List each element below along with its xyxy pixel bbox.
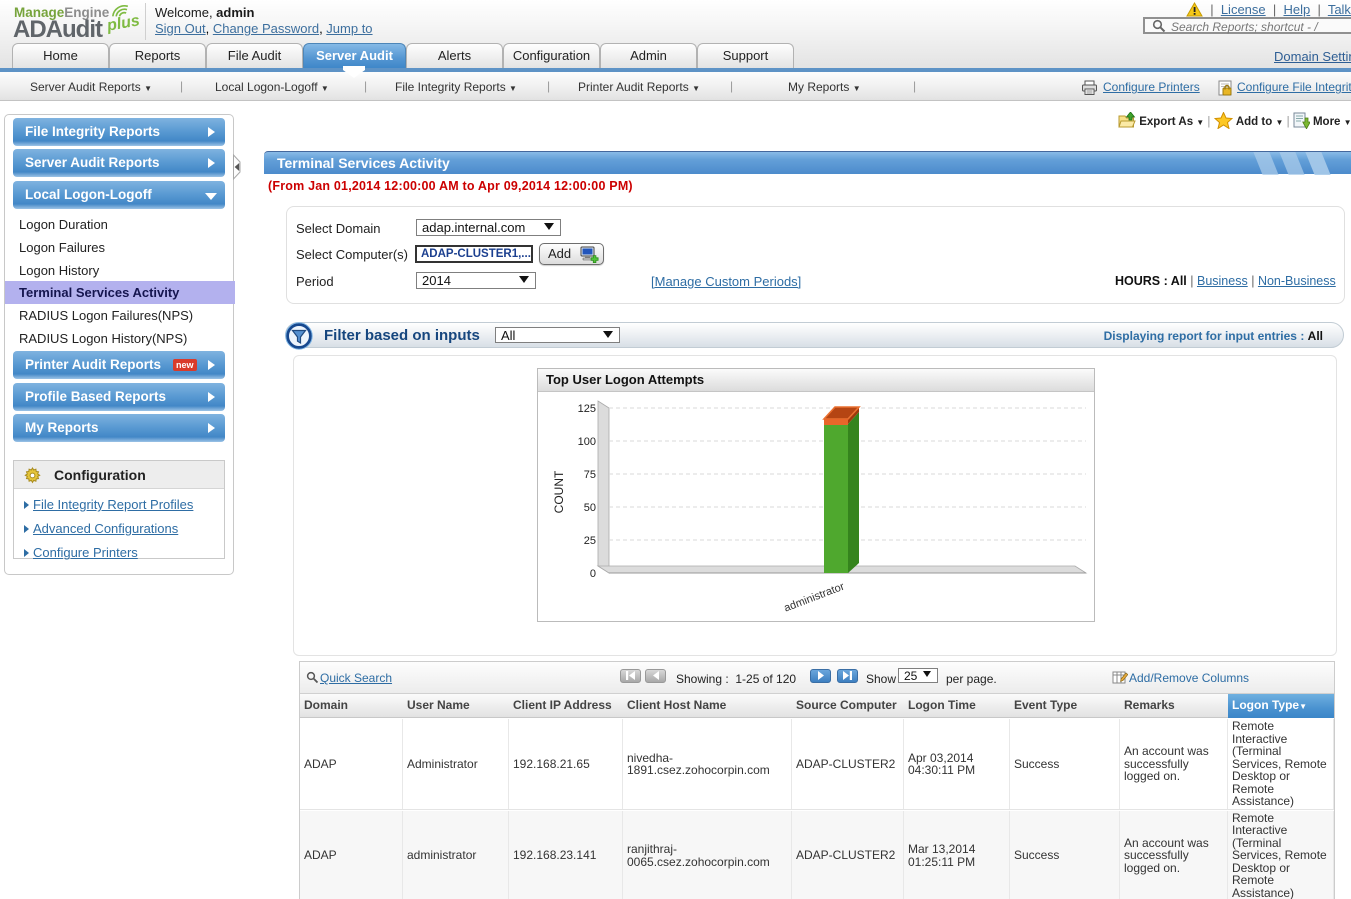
svg-text:100: 100 — [578, 436, 596, 448]
svg-text:COUNT: COUNT — [552, 470, 566, 513]
svg-text:0: 0 — [590, 568, 596, 580]
svg-text:75: 75 — [584, 469, 596, 481]
svg-text:administrator: administrator — [782, 580, 846, 614]
svg-text:50: 50 — [584, 502, 596, 514]
svg-text:25: 25 — [584, 535, 596, 547]
svg-text:125: 125 — [578, 403, 596, 415]
